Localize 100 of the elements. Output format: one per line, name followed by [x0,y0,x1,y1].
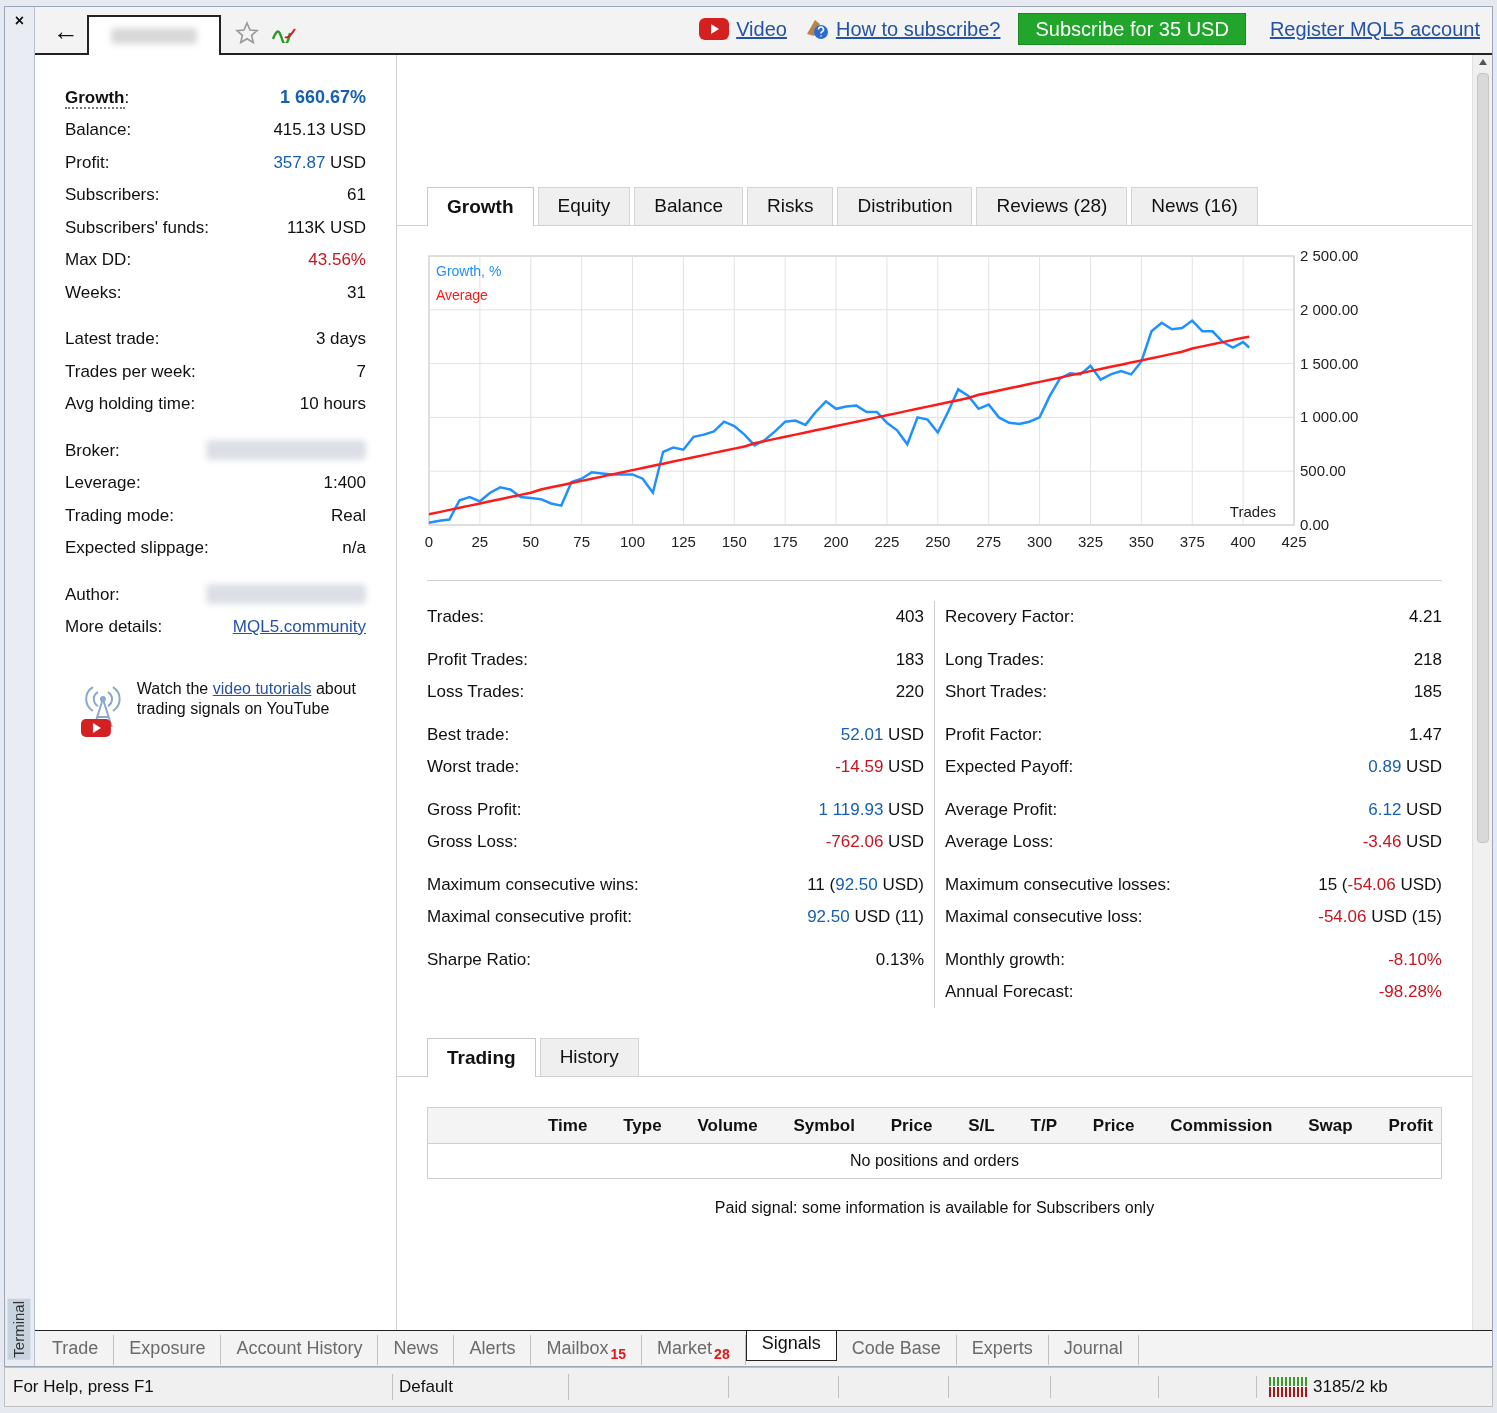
status-text: Default [393,1374,569,1400]
stat-value: 403 [895,606,924,629]
stat-value: 220 [895,681,924,704]
x-tick-label: 150 [721,533,747,550]
tab[interactable]: Exposure [114,1335,222,1365]
stat-value: -8.10% [1388,949,1442,972]
promo-text: Watch the video tutorials about trading signals on YouTube [136,679,357,719]
y-tick-label: 1 000.00 [1300,408,1359,426]
stat-label: Broker: [65,439,120,462]
stat-label: Maximal consecutive loss: [945,906,1143,929]
x-tick-label: 50 [522,533,540,550]
stat-label: Gross Loss: [427,831,518,854]
info-note: Paid signal: some information is available for Subscribers only [713,1198,1156,1218]
column-header: Time [548,1114,588,1137]
stat-value: 1:400 [323,472,366,494]
panel-label: Terminal [8,1299,31,1360]
tab[interactable]: Balance [634,187,743,225]
scroll-up-icon[interactable] [1478,59,1487,65]
tab[interactable]: Alerts [454,1335,532,1365]
stat-label: Annual Forecast: [945,981,1074,1004]
link[interactable]: MQL5.community [232,614,366,640]
stat-label: Balance: [65,119,132,141]
tab[interactable]: History [539,1038,639,1076]
stat-value: 1 119.93 USD [818,799,924,822]
back-button[interactable]: ← [45,11,87,51]
text: Average [436,287,489,303]
stat-value: -14.59 USD [835,756,924,779]
stat-value: 357.87 USD [273,151,366,174]
link[interactable]: Register MQL5 account [1269,14,1480,44]
stat-value: 31 [347,281,366,304]
stat-label: Average Profit: [945,799,1058,822]
stat-value: -3.46 USD [1362,831,1442,854]
stat-value: 0.13% [875,949,924,972]
y-tick-label: 1 500.00 [1300,354,1359,372]
stat-label: Latest trade: [65,328,160,350]
x-tick-label: 350 [1128,533,1154,550]
tab[interactable]: Equity [537,187,631,225]
x-tick-label: 325 [1077,533,1103,550]
x-tick-label: 300 [1027,533,1053,550]
tab[interactable]: Signals [745,1331,837,1361]
x-tick-label: 100 [620,533,646,550]
stat-value: 43.56% [308,249,366,271]
x-tick-label: 175 [772,533,798,550]
column-header: S/L [968,1114,995,1137]
stat-value: 15 (-54.06 USD) [1318,874,1442,897]
stat-label: Worst trade: [427,756,520,779]
tab[interactable]: Experts [956,1335,1049,1365]
stat-value: n/a [342,537,366,559]
x-tick-label: 375 [1179,533,1205,550]
tab[interactable]: Account History [221,1335,379,1365]
x-tick-label: 400 [1230,533,1256,550]
stat-value: 11 (92.50 USD) [807,874,924,897]
tab[interactable]: News [378,1335,455,1365]
link[interactable]: video tutorials [212,680,312,697]
stat-value: Real [331,504,366,527]
tab[interactable] [87,15,221,55]
link[interactable]: How to subscribe? [835,14,1001,44]
stat-label: Author: [65,583,120,606]
stat-label: Best trade: [427,724,510,747]
play-icon [699,18,730,40]
tab[interactable]: Distribution [837,187,973,225]
stat-value: 0.89 USD [1368,756,1442,779]
star-icon[interactable] [235,21,259,45]
scrollbar[interactable] [1472,55,1492,1330]
tab[interactable]: Reviews (28) [976,187,1128,225]
x-tick-label: 125 [670,533,696,550]
stat-label: Long Trades: [945,649,1045,672]
stat-label: Maximum consecutive losses: [945,874,1171,897]
tab[interactable]: Journal [1048,1335,1139,1365]
stat-value: 3 days [315,328,366,350]
column-header: Price [890,1114,933,1137]
stat-value: 92.50 USD (11) [807,906,924,929]
column-header: Swap [1308,1114,1353,1137]
status-text: 3185/2 kb [1313,1376,1388,1399]
x-tick-label: 225 [874,533,900,550]
y-tick-label: 2 000.00 [1300,300,1359,318]
link[interactable]: Video [736,14,787,44]
stat-label: Gross Profit: [427,799,522,822]
y-tick-label: 0.00 [1300,516,1330,533]
stat-label: Maximal consecutive profit: [427,906,633,929]
stat-value: -54.06 USD (15) [1318,906,1442,929]
stat-value: 415.13 USD [273,119,366,141]
stat-value: 1 660.67% [279,85,366,109]
x-tick-label: 25 [471,533,489,550]
close-button[interactable]: × [14,9,25,33]
column-header: Symbol [793,1114,855,1137]
tab[interactable]: Trade [37,1335,115,1365]
tab[interactable]: News (16) [1131,187,1258,225]
tab[interactable]: Growth [427,187,534,226]
column-header: Profit [1388,1114,1433,1137]
stat-label: Trades: [427,606,484,629]
stat-label: Growth: [65,86,130,110]
stat-label: Profit Trades: [427,649,529,672]
tab[interactable]: Risks [747,187,834,225]
tab[interactable]: Code Base [836,1335,957,1365]
x-tick-label: 200 [823,533,849,550]
column-header: Commission [1170,1114,1273,1137]
tab[interactable]: Trading [427,1038,536,1077]
stat-value: 113K USD [286,216,366,239]
stat-value: 6.12 USD [1368,799,1442,822]
